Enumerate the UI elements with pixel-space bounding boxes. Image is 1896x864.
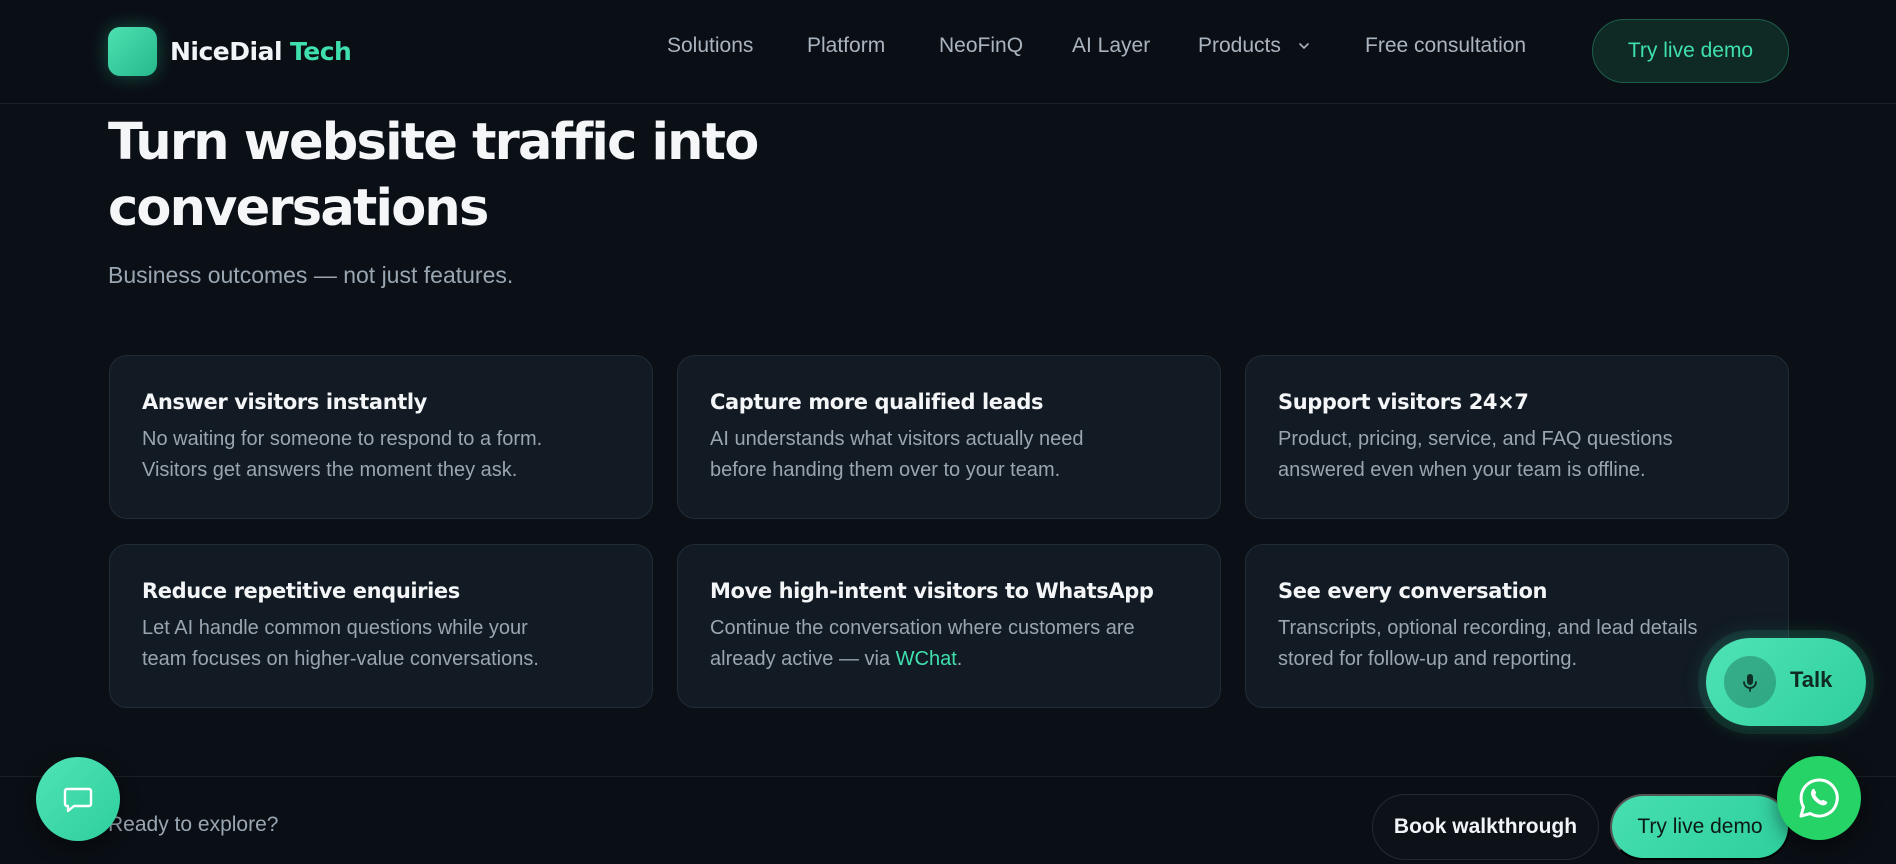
site-header: NiceDial Tech Solutions Platform NeoFinQ … [0,0,1896,104]
chat-launcher-button[interactable] [36,757,120,841]
chat-bubble-icon [63,787,93,813]
title-line-1: Turn website traffic into [108,113,759,172]
feature-card-title: Support visitors 24×7 [1278,390,1529,414]
feature-card-desc: Product, pricing, service, and FAQ quest… [1278,424,1748,486]
bottom-cta-bar: Ready to explore? Book walkthrough Try l… [0,776,1896,864]
feature-card-title: See every conversation [1278,579,1548,603]
nav-products[interactable]: Products [1198,34,1311,58]
whatsapp-button[interactable] [1777,756,1861,840]
feature-card-line: answered even when your team is offline. [1278,459,1646,481]
feature-card-title: Move high-intent visitors to WhatsApp [710,579,1154,603]
feature-card-line: team focuses on higher-value conversatio… [142,648,539,670]
whatsapp-icon [1799,778,1839,818]
feature-card-line: Continue the conversation where customer… [710,617,1135,639]
nav-platform[interactable]: Platform [807,34,885,58]
ready-prompt: Ready to explore? [108,813,279,836]
feature-card-line: Transcripts, optional recording, and lea… [1278,617,1698,639]
feature-card-line: before handing them over to your team. [710,459,1061,481]
feature-card-line: AI understands what visitors actually ne… [710,428,1084,450]
feature-card-desc: Let AI handle common questions while you… [142,613,612,675]
talk-voice-button[interactable]: Talk [1706,638,1866,726]
nav-solutions[interactable]: Solutions [667,34,753,58]
microphone-icon [1743,674,1757,692]
talk-label: Talk [1790,667,1833,692]
feature-card-title: Answer visitors instantly [142,390,427,414]
feature-card: Capture more qualified leads AI understa… [677,355,1221,519]
nav-ai-layer[interactable]: AI Layer [1072,34,1150,58]
feature-card-line-suffix: . [956,648,963,670]
feature-card-line: already active — via [710,648,896,670]
page-title: Turn website traffic into conversations [108,110,868,242]
feature-card-line: No waiting for someone to respond to a f… [142,428,543,450]
mic-container [1724,656,1776,708]
feature-card-line: Let AI handle common questions while you… [142,617,528,639]
feature-card-desc: Transcripts, optional recording, and lea… [1278,613,1748,675]
feature-card-desc: No waiting for someone to respond to a f… [142,424,612,486]
page-subtitle: Business outcomes — not just features. [108,262,514,288]
title-line-2: conversations [108,179,489,238]
chevron-down-icon [1298,43,1309,50]
feature-card-title: Capture more qualified leads [710,390,1044,414]
feature-card: Move high-intent visitors to WhatsApp Co… [677,544,1221,708]
feature-card-line: stored for follow-up and reporting. [1278,648,1578,670]
nav-neofinq[interactable]: NeoFinQ [939,34,1023,58]
book-walkthrough-button[interactable]: Book walkthrough [1372,794,1599,860]
feature-card-desc: AI understands what visitors actually ne… [710,424,1180,486]
wchat-link[interactable]: WChat [896,648,957,670]
feature-card-line: Product, pricing, service, and FAQ quest… [1278,428,1673,450]
feature-card-title: Reduce repetitive enquiries [142,579,460,603]
feature-card: Answer visitors instantly No waiting for… [109,355,653,519]
feature-card-line: Visitors get answers the moment they ask… [142,459,518,481]
feature-card-desc: Continue the conversation where customer… [710,613,1180,675]
nav-products-label: Products [1198,34,1281,57]
feature-card: Reduce repetitive enquiries Let AI handl… [109,544,653,708]
nav-free-consultation[interactable]: Free consultation [1365,34,1526,58]
feature-card: Support visitors 24×7 Product, pricing, … [1245,355,1789,519]
try-live-demo-button[interactable]: Try live demo [1592,19,1789,83]
try-live-demo-bottom-button[interactable]: Try live demo [1610,794,1790,860]
